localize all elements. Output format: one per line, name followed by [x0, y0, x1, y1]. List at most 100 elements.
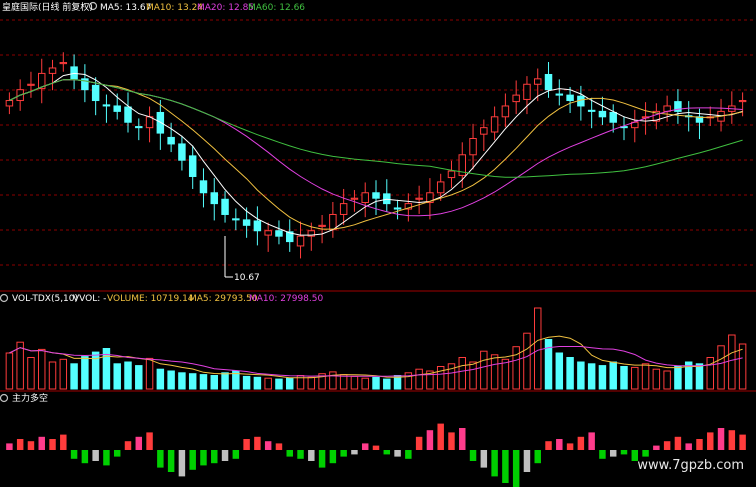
volume-bar-12 — [135, 365, 143, 390]
volume-bar-35 — [383, 378, 391, 390]
candle-body-18 — [199, 180, 208, 194]
volume-settings-gear-icon[interactable] — [0, 293, 9, 303]
indicator-bar-11 — [124, 441, 132, 450]
volume-bar-33 — [361, 377, 369, 390]
candle-body-32 — [350, 197, 359, 200]
candle-body-10 — [113, 105, 121, 112]
volume-bar-20 — [221, 372, 229, 390]
volume-bar-3 — [38, 348, 46, 390]
candle-body-40 — [436, 181, 445, 194]
indicator-bar-31 — [340, 450, 347, 457]
candle-body-55 — [598, 110, 607, 118]
volume-bar-65 — [706, 357, 714, 390]
indicator-bar-56 — [609, 450, 617, 457]
indicator-bar-37 — [405, 450, 412, 459]
volume-bar-16 — [178, 372, 186, 390]
indicator-bar-64 — [696, 439, 703, 450]
volume-bar-10 — [113, 363, 121, 390]
indicator-bar-45 — [491, 450, 498, 477]
candle-body-50 — [544, 73, 553, 91]
indicator-bar-50 — [545, 441, 552, 450]
candle-body-25 — [275, 230, 283, 237]
candle-body-0 — [5, 100, 14, 107]
indicator-bar-4 — [49, 439, 56, 450]
indicator-panel-header: 主力多空 — [0, 392, 48, 404]
volume-panel-title: VOL-TDX(5,10) — [12, 294, 78, 304]
indicator-bar-12 — [135, 436, 143, 450]
volume-bar-34 — [372, 376, 380, 390]
indicator-bar-32 — [351, 450, 358, 455]
indicator-bar-18 — [200, 450, 207, 466]
volume-bar-32 — [350, 375, 359, 390]
volume-bar-42 — [458, 357, 466, 390]
indicator-bar-46 — [502, 450, 509, 483]
volume-bar-2 — [27, 357, 35, 390]
candle-body-54 — [587, 109, 596, 112]
indicator-bar-52 — [566, 443, 574, 450]
candle-body-9 — [102, 104, 111, 107]
volume-bar-46 — [501, 358, 510, 390]
chart-canvas: 皇庭国际(日线 前复权) MA5: 13.67MA10: 13.24MA20: … — [0, 1, 756, 487]
candle-body-22 — [242, 219, 251, 226]
indicator-bar-61 — [663, 441, 671, 450]
indicator-panel-title: 主力多空 — [12, 392, 48, 404]
indicator-bar-29 — [318, 450, 326, 468]
indicator-bar-26 — [286, 450, 293, 457]
indicator-bar-48 — [523, 450, 531, 472]
volume-bar-23 — [253, 376, 262, 390]
volume-bars-group — [5, 307, 747, 390]
candle-body-48 — [523, 83, 531, 100]
volume-bar-61 — [663, 370, 671, 390]
candle-body-4 — [48, 67, 57, 74]
indicator-bar-42 — [459, 428, 466, 450]
indicator-bars-group — [6, 423, 746, 487]
indicator-bar-53 — [577, 436, 585, 450]
candle-body-20 — [221, 198, 229, 215]
volume-bar-25 — [275, 378, 283, 390]
low-annotation-value: 10.67 — [234, 273, 260, 283]
indicator-bar-27 — [297, 450, 304, 459]
indicator-bar-20 — [221, 450, 229, 461]
indicator-bar-16 — [178, 450, 186, 477]
candle-body-49 — [534, 78, 542, 85]
indicator-bar-8 — [92, 450, 99, 461]
indicator-bar-39 — [426, 430, 434, 450]
volume-bar-60 — [652, 368, 661, 390]
volume-label-3: MA10: 27998.50 — [249, 294, 323, 304]
ma-label-0: MA5: 13.67 — [100, 3, 151, 13]
stock-chart: 皇庭国际(日线 前复权) MA5: 13.67 MA10: 13.24 MA20: … — [0, 0, 756, 487]
ma60-line — [9, 79, 743, 178]
candle-body-17 — [188, 155, 197, 177]
volume-bar-45 — [490, 354, 499, 390]
volume-bar-28 — [307, 376, 316, 390]
low-annotation: 10.67 — [224, 236, 260, 283]
price-grid — [0, 19, 756, 266]
ma-label-3: MA60: 12.66 — [248, 3, 305, 13]
volume-bar-55 — [598, 365, 607, 390]
indicator-bar-65 — [707, 432, 714, 450]
volume-bar-58 — [631, 366, 639, 390]
volume-bar-40 — [436, 366, 445, 390]
indicator-bar-5 — [60, 434, 67, 450]
candle-body-31 — [339, 203, 348, 215]
candle-body-2 — [27, 83, 35, 86]
indicator-bar-57 — [620, 450, 628, 455]
indicator-bar-59 — [642, 450, 649, 457]
ma-label-group: MA5: 13.67MA10: 13.24MA20: 12.85MA60: 12… — [100, 3, 305, 13]
volume-bar-67 — [728, 334, 736, 390]
indicator-bar-44 — [480, 450, 488, 468]
indicator-settings-gear-icon[interactable] — [0, 393, 9, 403]
price-panel-header: 皇庭国际(日线 前复权) MA5: 13.67MA10: 13.24MA20: … — [2, 1, 305, 13]
candle-body-19 — [210, 192, 218, 205]
volume-bar-51 — [555, 352, 564, 390]
volume-bar-11 — [124, 361, 132, 390]
indicator-bar-40 — [437, 423, 444, 450]
indicator-bar-38 — [415, 436, 423, 450]
volume-bar-44 — [480, 350, 488, 390]
price-panel-title: 皇庭国际(日线 前复权) — [2, 1, 93, 13]
candles-group — [5, 52, 747, 259]
indicator-bar-47 — [512, 450, 520, 487]
volume-bar-17 — [188, 373, 197, 390]
volume-bar-8 — [91, 351, 100, 390]
indicator-bar-24 — [264, 441, 272, 450]
